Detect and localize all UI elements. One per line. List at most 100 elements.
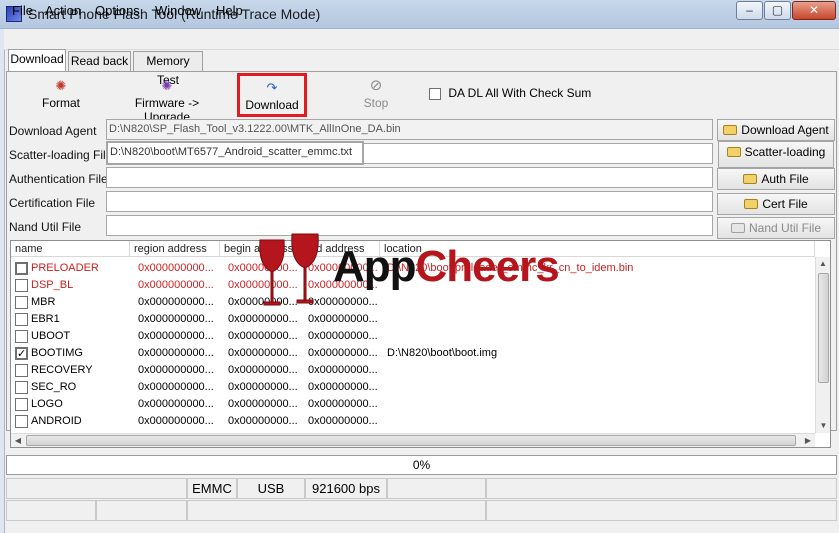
scatter-loading-label: Scatter-loading File	[9, 148, 113, 162]
partition-region-address: 0x000000000...	[138, 296, 214, 308]
partition-checkbox[interactable]	[15, 364, 28, 377]
partition-region-address: 0x000000000...	[138, 279, 214, 291]
stop-button[interactable]: ⊘ Stop	[356, 78, 396, 118]
nand-util-file-button-label: Nand Util File	[748, 221, 822, 235]
partition-name: EBR1	[31, 313, 60, 325]
partition-begin-address: 0x00000000...	[228, 415, 298, 427]
partition-end-address: 0x00000000...	[308, 398, 378, 410]
scroll-up-arrow[interactable]: ▲	[816, 257, 830, 271]
partition-checkbox[interactable]	[15, 381, 28, 394]
partition-row[interactable]: UBOOT 0x000000000... 0x00000000... 0x000…	[11, 328, 811, 345]
download-arrow-icon: ↷	[266, 80, 278, 95]
menu-file[interactable]: File	[12, 3, 33, 18]
firmware-upgrade-icon: ✺	[161, 78, 173, 93]
tab-download[interactable]: Download	[8, 49, 66, 71]
horizontal-scrollbar[interactable]: ◀ ▶	[11, 433, 815, 447]
download-agent-label: Download Agent	[9, 124, 97, 138]
partition-begin-address: 0x00000000...	[228, 381, 298, 393]
tab-memory-test[interactable]: Memory Test	[133, 51, 203, 87]
partition-end-address: 0x00000000...	[308, 364, 378, 376]
hscroll-thumb[interactable]	[26, 435, 796, 446]
status-storage: EMMC	[187, 478, 237, 499]
partition-region-address: 0x000000000...	[138, 364, 214, 376]
partition-region-address: 0x000000000...	[138, 313, 214, 325]
partition-name: MBR	[31, 296, 56, 308]
column-header-name[interactable]: name	[11, 241, 130, 257]
folder-icon	[744, 199, 759, 209]
column-header-region-address[interactable]: region address	[130, 241, 220, 257]
vertical-scrollbar[interactable]: ▲ ▼	[815, 257, 830, 433]
nand-util-file-button[interactable]: Nand Util File	[717, 217, 835, 239]
partition-checkbox[interactable]	[15, 398, 28, 411]
scatter-loading-value: D:\N820\boot\MT6577_Android_scatter_emmc…	[106, 141, 364, 165]
partition-checkbox[interactable]	[15, 313, 28, 326]
partition-name: ANDROID	[31, 415, 82, 427]
partition-checkbox[interactable]	[15, 279, 28, 292]
menu-action[interactable]: Action	[45, 3, 81, 18]
scroll-down-arrow[interactable]: ▼	[816, 419, 831, 433]
menu-help[interactable]: Help	[216, 3, 243, 18]
folder-icon	[730, 223, 745, 233]
auth-file-button[interactable]: Auth File	[717, 168, 835, 190]
checksum-option[interactable]: DA DL All With Check Sum	[429, 86, 591, 100]
minimize-button[interactable]: –	[736, 1, 763, 20]
format-button[interactable]: ✺ Format	[36, 78, 86, 118]
partition-row[interactable]: ✓ BOOTIMG 0x000000000... 0x00000000... 0…	[11, 345, 811, 362]
folder-icon	[743, 174, 758, 184]
scroll-right-arrow[interactable]: ▶	[801, 434, 815, 448]
menu-bar	[4, 29, 839, 50]
cert-file-button[interactable]: Cert File	[717, 193, 835, 215]
partition-region-address: 0x000000000...	[138, 330, 214, 342]
download-agent-button[interactable]: Download Agent	[717, 119, 835, 141]
partition-begin-address: 0x00000000...	[228, 364, 298, 376]
nand-util-file-label: Nand Util File	[9, 220, 82, 234]
scatter-loading-button[interactable]: Scatter-loading	[718, 141, 834, 168]
partition-row[interactable]: EBR1 0x000000000... 0x00000000... 0x0000…	[11, 311, 811, 328]
partition-checkbox[interactable]	[15, 262, 28, 275]
partition-row[interactable]: LOGO 0x000000000... 0x00000000... 0x0000…	[11, 396, 811, 413]
partition-end-address: 0x00000000...	[308, 347, 378, 359]
nand-util-file-field[interactable]	[106, 215, 713, 236]
scroll-left-arrow[interactable]: ◀	[11, 434, 25, 448]
status-cell-empty	[486, 478, 837, 499]
status-cell-empty	[96, 500, 187, 521]
partition-end-address: 0x00000000...	[308, 330, 378, 342]
progress-bar: 0%	[6, 455, 837, 475]
download-button[interactable]: ↷ Download	[237, 73, 307, 117]
partition-checkbox[interactable]	[15, 415, 28, 428]
menu-window[interactable]: Window	[155, 3, 201, 18]
status-baud: 921600 bps	[305, 478, 387, 499]
partition-row[interactable]: RECOVERY 0x000000000... 0x00000000... 0x…	[11, 362, 811, 379]
stop-label: Stop	[363, 96, 389, 110]
partition-row[interactable]: SEC_RO 0x000000000... 0x00000000... 0x00…	[11, 379, 811, 396]
partition-name: SEC_RO	[31, 381, 77, 393]
firmware-upgrade-button[interactable]: ✺ Firmware -> Upgrade	[112, 78, 222, 124]
checksum-checkbox[interactable]	[429, 87, 441, 100]
partition-row[interactable]: MBR 0x000000000... 0x00000000... 0x00000…	[11, 294, 811, 311]
authentication-file-field[interactable]	[106, 167, 713, 188]
checksum-label: DA DL All With Check Sum	[448, 86, 592, 100]
download-agent-button-label: Download Agent	[741, 123, 829, 137]
tab-read-back[interactable]: Read back	[68, 51, 131, 71]
appcheers-watermark: AppCheers	[333, 242, 560, 292]
partition-end-address: 0x00000000...	[308, 415, 378, 427]
partition-end-address: 0x00000000...	[308, 381, 378, 393]
partition-begin-address: 0x00000000...	[228, 347, 298, 359]
certification-file-field[interactable]	[106, 191, 713, 212]
folder-icon	[723, 125, 738, 135]
scroll-thumb[interactable]	[818, 273, 829, 383]
partition-checkbox[interactable]	[15, 330, 28, 343]
progress-label: 0%	[412, 458, 431, 472]
download-label: Download	[245, 98, 299, 112]
partition-region-address: 0x000000000...	[138, 381, 214, 393]
partition-row[interactable]: ANDROID 0x000000000... 0x00000000... 0x0…	[11, 413, 811, 430]
partition-region-address: 0x000000000...	[138, 398, 214, 410]
partition-region-address: 0x000000000...	[138, 262, 214, 274]
close-button[interactable]: ✕	[792, 1, 836, 20]
maximize-button[interactable]: ▢	[764, 1, 791, 20]
status-cell-empty	[387, 478, 486, 499]
download-agent-field[interactable]: D:\N820\SP_Flash_Tool_v3.1222.00\MTK_All…	[106, 119, 713, 140]
partition-checkbox[interactable]	[15, 296, 28, 309]
menu-options[interactable]: Options	[95, 3, 140, 18]
partition-checkbox[interactable]: ✓	[15, 347, 28, 360]
